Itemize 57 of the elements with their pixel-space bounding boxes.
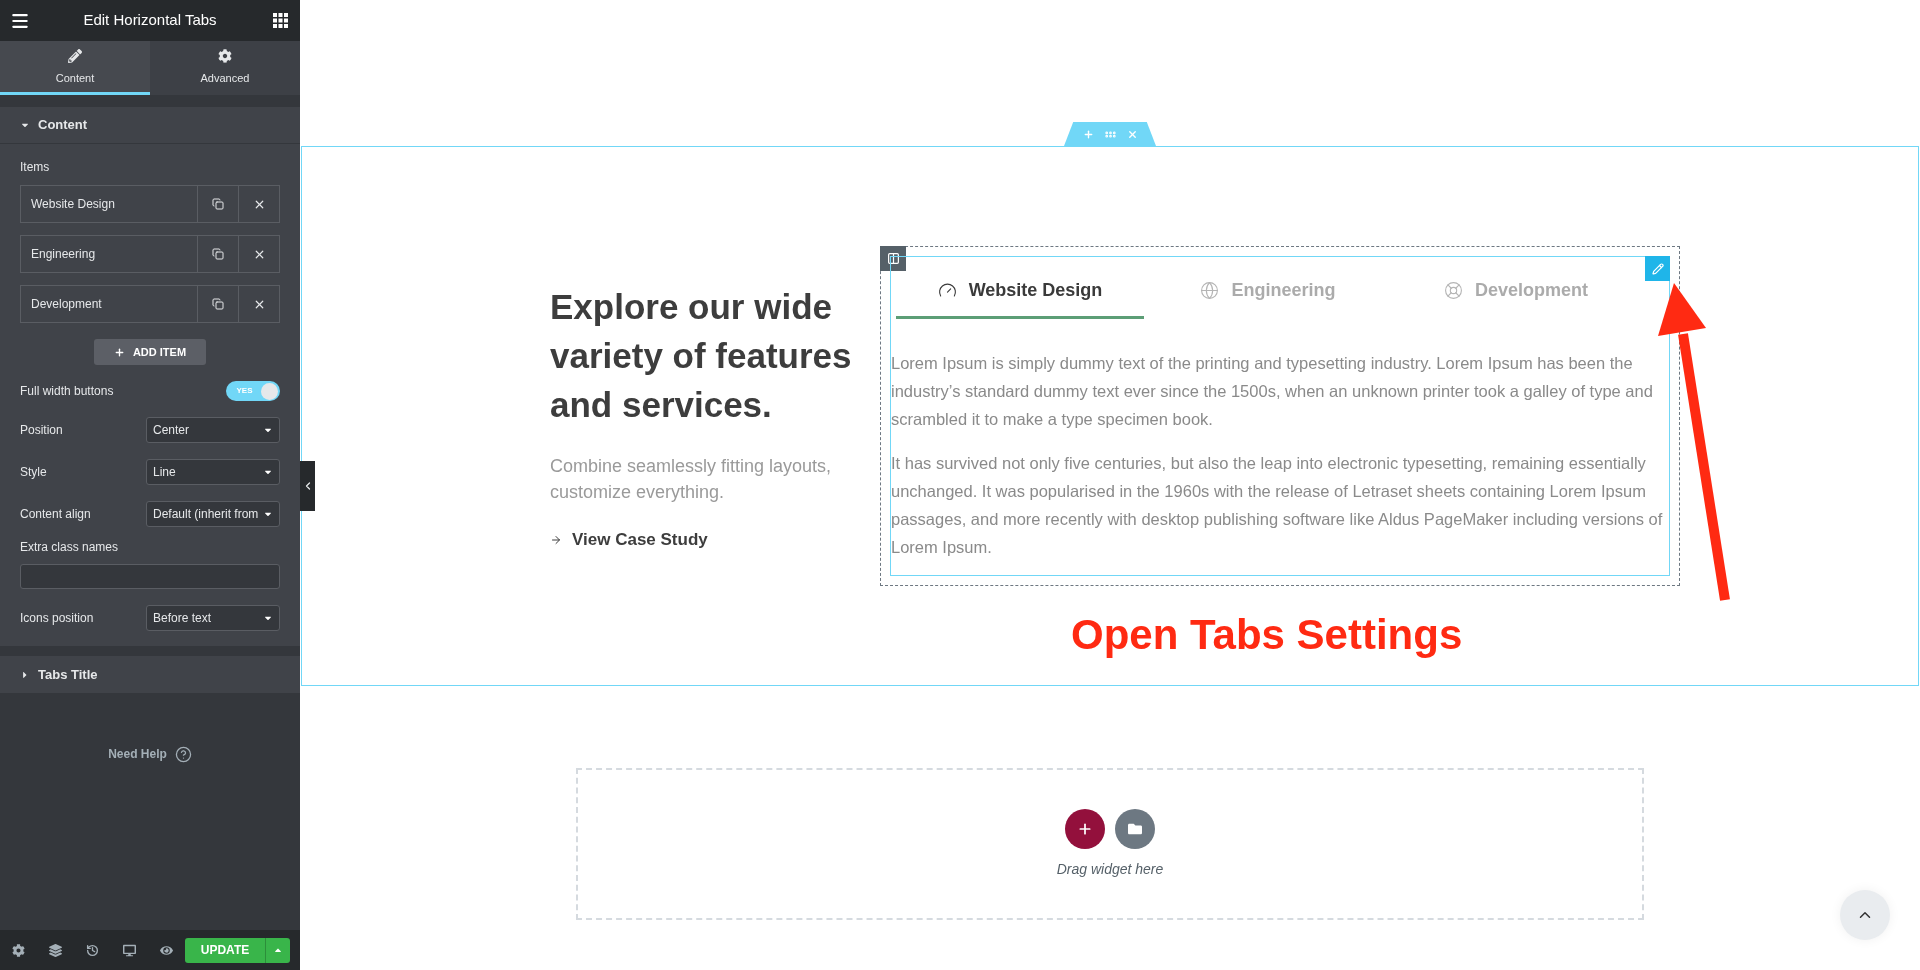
globe-icon <box>1200 281 1220 300</box>
control-label: Position <box>20 422 63 439</box>
pencil-icon <box>68 49 82 64</box>
panel-tab[interactable]: Content <box>0 41 150 95</box>
select-field[interactable]: Default (inherit from <box>146 501 280 527</box>
help-icon <box>174 745 192 763</box>
select-field[interactable]: Line <box>146 459 280 485</box>
update-options-button[interactable] <box>265 937 290 963</box>
edit-widget-button[interactable] <box>1645 256 1670 281</box>
drop-zone-hint: Drag widget here <box>1056 859 1164 879</box>
pencil-icon <box>1651 262 1664 275</box>
monitor-icon <box>123 943 136 957</box>
arrow-right-icon <box>550 533 562 546</box>
add-item-button[interactable]: ADD ITEM <box>94 339 206 365</box>
gauge-icon <box>937 281 957 300</box>
layers-icon <box>49 943 62 957</box>
plus-icon <box>113 346 125 358</box>
gear-icon <box>218 49 232 64</box>
help-link[interactable]: Need Help <box>108 745 192 763</box>
copy-icon <box>212 298 224 310</box>
gear-icon <box>12 943 25 957</box>
tab-paragraph: Lorem Ipsum is simply dummy text of the printing and typesetting industry. Lorem Ipsum has been the industry’s standard dummy text ever since the 1500s, when an unknown printer took a galley of type and scrambled it to make a type specimen book. <box>891 353 1654 430</box>
annotation-label: Open Tabs Settings <box>1071 610 1463 660</box>
control-label: Extra class names <box>20 540 120 554</box>
lifebuoy-icon <box>1444 281 1463 300</box>
content-tab[interactable]: Website Design <box>896 257 1144 319</box>
select-field[interactable]: Before text <box>146 605 280 631</box>
text-field[interactable] <box>20 564 280 589</box>
control-label: Icons position <box>20 610 94 627</box>
section-heading: Explore our wide variety of features and services. <box>550 285 853 426</box>
item-title[interactable]: Development <box>21 286 197 322</box>
apps-button[interactable] <box>270 10 290 31</box>
copy-icon <box>212 248 224 260</box>
add-widget-button[interactable] <box>1065 808 1105 849</box>
section-subtitle: Combine seamlessly fitting layouts, customize everything. <box>550 454 833 504</box>
panel-title: Edit Horizontal Tabs <box>83 10 217 31</box>
tab-paragraph: It has survived not only five centuries, but also the leap into electronic typesetting, remaining essentially unchanged. It was popularised in the 1960s with the release of Letraset sheets containing Lorem Ipsum passages, and more recently with desktop publishing software like Aldus PageMaker including versions of Lorem Ipsum. <box>891 453 1664 558</box>
plus-icon <box>1082 128 1094 140</box>
eye-icon <box>160 943 173 957</box>
knob-icon <box>261 382 278 400</box>
folder-button[interactable] <box>1115 808 1155 849</box>
items-label: Items <box>20 160 51 174</box>
item-title[interactable]: Engineering <box>21 236 197 272</box>
control-label: Style <box>20 464 47 481</box>
item-title[interactable]: Website Design <box>21 186 197 222</box>
folder-icon <box>1128 821 1142 836</box>
control-label: Full width buttons <box>20 383 114 400</box>
copy-icon <box>212 198 224 210</box>
section-header[interactable]: Tabs Title <box>0 656 300 693</box>
grid-icon <box>272 13 288 28</box>
column-handle[interactable] <box>880 246 906 271</box>
select-field[interactable]: Center <box>146 417 280 443</box>
control-label: Content align <box>20 506 91 523</box>
case-study-link[interactable]: View Case Study <box>550 528 708 551</box>
history-icon <box>86 943 99 957</box>
columns-icon <box>886 252 900 265</box>
close-icon <box>1126 128 1138 140</box>
